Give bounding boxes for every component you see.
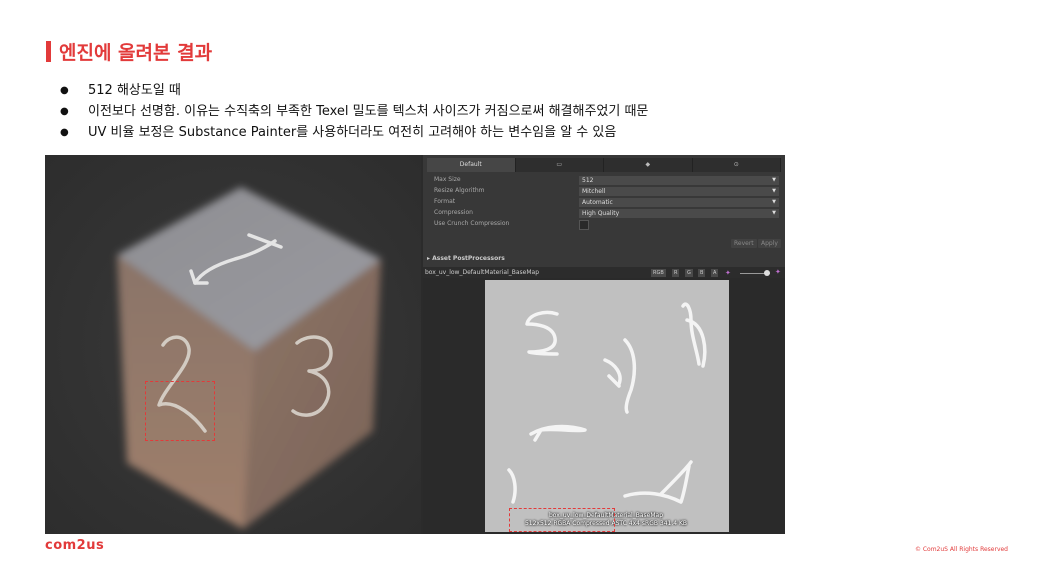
revert-button[interactable]: Revert [731, 239, 757, 248]
com2us-logo: com2us [45, 538, 105, 553]
chevron-down-icon: ▼ [772, 188, 776, 194]
prop-format: Format Automatic ▼ [434, 198, 780, 208]
highlight-box-cube [145, 381, 215, 441]
format-dropdown[interactable]: Automatic ▼ [579, 198, 779, 207]
chevron-down-icon: ▼ [772, 199, 776, 205]
texture-strokes [507, 302, 707, 504]
apply-button[interactable]: Apply [758, 239, 781, 248]
crunch-checkbox[interactable] [579, 220, 589, 230]
prop-resize-algorithm: Resize Algorithm Mitchell ▼ [434, 187, 780, 197]
mip-icon[interactable]: ✦ [725, 269, 731, 277]
texture-import-inspector: Default ▭ ◆ ⊙ Max Size 512 ▼ Resize Algor… [423, 155, 785, 534]
compression-dropdown[interactable]: High Quality ▼ [579, 209, 779, 218]
chevron-down-icon: ▼ [772, 210, 776, 216]
tab-default[interactable]: Default [427, 158, 516, 172]
tab-android[interactable]: ◆ [604, 158, 693, 172]
preview-title: box_uv_low_DefaultMaterial_BaseMap [425, 269, 540, 276]
title-accent-bar [46, 41, 51, 62]
prop-crunch: Use Crunch Compression [434, 220, 780, 230]
highlight-box-caption [509, 508, 615, 532]
mip-slider-handle[interactable] [764, 270, 770, 276]
tab-other[interactable]: ⊙ [692, 158, 781, 172]
texture-preview-area: box_uv_low_DefaultMaterial_BaseMap 512x5… [423, 278, 785, 534]
android-icon: ◆ [645, 161, 651, 168]
bullet-list: 512 해상도일 때 이전보다 선명함. 이유는 수직축의 부족한 Texel … [60, 82, 648, 145]
bullet-item: 512 해상도일 때 [60, 82, 648, 103]
foldout-arrow-icon: ▸ [427, 255, 431, 262]
scene-viewport [45, 155, 421, 534]
copyright-text: © Com2uS All Rights Reserved [914, 546, 1008, 553]
channel-rgb[interactable]: RGB [651, 269, 666, 277]
chevron-down-icon: ▼ [772, 177, 776, 183]
mip-max-icon: ✦ [775, 268, 781, 276]
channel-g[interactable]: G [685, 269, 693, 277]
resize-algorithm-dropdown[interactable]: Mitchell ▼ [579, 187, 779, 196]
slide-title: 엔진에 올려본 결과 [59, 42, 213, 64]
texture-preview-image [485, 280, 729, 532]
asset-postprocessors-foldout[interactable]: ▸ Asset PostProcessors [427, 255, 505, 262]
cube-render [45, 155, 421, 534]
prop-max-size: Max Size 512 ▼ [434, 176, 780, 186]
channel-a[interactable]: A [711, 269, 719, 277]
max-size-dropdown[interactable]: 512 ▼ [579, 176, 779, 185]
tab-standalone[interactable]: ▭ [515, 158, 604, 172]
other-platform-icon: ⊙ [733, 161, 739, 168]
channel-r[interactable]: R [672, 269, 680, 277]
channel-b[interactable]: B [698, 269, 706, 277]
unity-screenshot: Default ▭ ◆ ⊙ Max Size 512 ▼ Resize Algor… [45, 155, 785, 534]
bullet-item: 이전보다 선명함. 이유는 수직축의 부족한 Texel 밀도를 텍스처 사이즈… [60, 103, 648, 124]
bullet-item: UV 비율 보정은 Substance Painter를 사용하더라도 여전히 … [60, 124, 648, 145]
monitor-icon: ▭ [556, 161, 563, 168]
platform-tabs: Default ▭ ◆ ⊙ [427, 158, 781, 172]
prop-compression: Compression High Quality ▼ [434, 209, 780, 219]
